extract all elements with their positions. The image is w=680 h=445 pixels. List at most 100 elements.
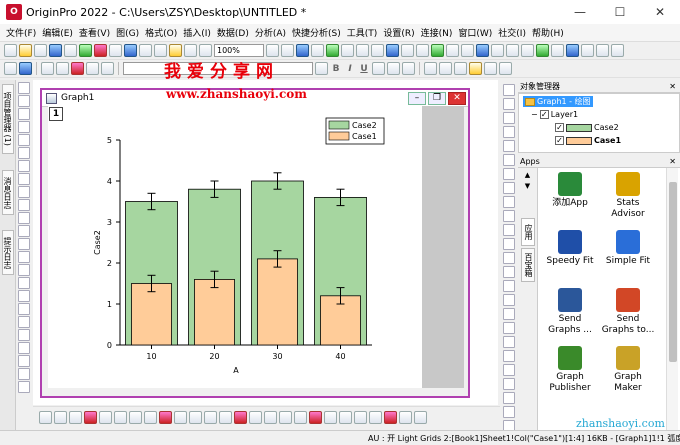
font-icon[interactable] bbox=[4, 62, 17, 75]
plot-type-icon[interactable] bbox=[204, 411, 217, 424]
tool-icon[interactable] bbox=[503, 308, 515, 320]
plot-type-icon[interactable] bbox=[279, 411, 292, 424]
underline-button[interactable]: U bbox=[358, 64, 370, 74]
panel-close-icon[interactable]: ✕ bbox=[669, 82, 676, 91]
tool-icon[interactable] bbox=[503, 266, 515, 278]
toolbar-button-icon[interactable] bbox=[184, 44, 197, 57]
toolbar-button-icon[interactable] bbox=[266, 44, 279, 57]
tool-icon[interactable] bbox=[503, 392, 515, 404]
tool-icon[interactable] bbox=[503, 112, 515, 124]
menu-item-5[interactable]: 插入(I) bbox=[183, 26, 211, 39]
toolbar-button-icon[interactable] bbox=[154, 44, 167, 57]
plot-type-icon[interactable] bbox=[339, 411, 352, 424]
app-tile[interactable]: Send Graphs ... bbox=[540, 288, 600, 336]
toolbar-button-icon[interactable] bbox=[139, 44, 152, 57]
plot-type-icon[interactable] bbox=[264, 411, 277, 424]
tool-icon[interactable] bbox=[18, 173, 30, 185]
toolbar-button-icon[interactable] bbox=[506, 44, 519, 57]
fill-icon[interactable] bbox=[41, 62, 54, 75]
italic-button[interactable]: I bbox=[344, 64, 356, 74]
toolbar-button-icon[interactable] bbox=[581, 44, 594, 57]
graph-close-button[interactable]: ✕ bbox=[448, 91, 466, 105]
toolbar-button-icon[interactable] bbox=[19, 44, 32, 57]
plot-type-icon[interactable] bbox=[384, 411, 397, 424]
plot-type-icon[interactable] bbox=[54, 411, 67, 424]
tool-icon[interactable] bbox=[503, 336, 515, 348]
plot-type-icon[interactable] bbox=[369, 411, 382, 424]
toolbar-button-icon[interactable] bbox=[356, 44, 369, 57]
toolbar-button-icon[interactable] bbox=[296, 44, 309, 57]
color-icon[interactable] bbox=[71, 62, 84, 75]
menu-item-10[interactable]: 设置(R) bbox=[383, 26, 414, 39]
plot-type-icon[interactable] bbox=[189, 411, 202, 424]
superscript-icon[interactable] bbox=[372, 62, 385, 75]
close-button[interactable]: ✕ bbox=[640, 0, 680, 24]
message-log-tab[interactable]: 消息日志 bbox=[2, 170, 14, 215]
tool-icon[interactable] bbox=[18, 316, 30, 328]
menu-item-1[interactable]: 编辑(E) bbox=[42, 26, 73, 39]
plot-type-icon[interactable] bbox=[84, 411, 97, 424]
tool-icon[interactable] bbox=[18, 186, 30, 198]
tree-graph-node[interactable]: Graph1 - 绘图 bbox=[523, 96, 593, 107]
toolbar-button-icon[interactable] bbox=[341, 44, 354, 57]
tool-icon[interactable] bbox=[503, 140, 515, 152]
tool-icon[interactable] bbox=[503, 378, 515, 390]
toolbar-button-icon[interactable] bbox=[79, 44, 92, 57]
tool-icon[interactable] bbox=[18, 264, 30, 276]
toolbar-button-icon[interactable] bbox=[169, 44, 182, 57]
scroll-down-icon[interactable]: ▼ bbox=[518, 182, 537, 190]
tool-icon[interactable] bbox=[503, 322, 515, 334]
tool-icon[interactable] bbox=[18, 329, 30, 341]
app-tile[interactable]: 添加App bbox=[540, 172, 600, 209]
plot-type-icon[interactable] bbox=[39, 411, 52, 424]
layer-number-badge[interactable]: 1 bbox=[49, 107, 63, 121]
tree-layer-node[interactable]: − ✓ Layer1 bbox=[531, 110, 578, 119]
app-tile[interactable]: Graph Maker bbox=[598, 346, 658, 394]
tool-icon[interactable] bbox=[18, 342, 30, 354]
apps-scrollbar[interactable] bbox=[666, 168, 678, 430]
menu-item-2[interactable]: 查看(V) bbox=[79, 26, 110, 39]
toolbox-tab[interactable]: 百宝箱 bbox=[521, 248, 535, 282]
layer-checkbox[interactable]: ✓ bbox=[539, 110, 549, 119]
plot-type-icon[interactable] bbox=[309, 411, 322, 424]
tool-icon[interactable] bbox=[503, 210, 515, 222]
graph-restore-button[interactable]: ❐ bbox=[428, 91, 446, 105]
menu-item-11[interactable]: 连接(N) bbox=[421, 26, 453, 39]
tool-icon[interactable] bbox=[18, 368, 30, 380]
tool-icon[interactable] bbox=[503, 98, 515, 110]
align-right-icon[interactable] bbox=[454, 62, 467, 75]
plot-type-icon[interactable] bbox=[114, 411, 127, 424]
tool-icon[interactable] bbox=[18, 134, 30, 146]
line-width-icon[interactable] bbox=[484, 62, 497, 75]
tool-icon[interactable] bbox=[18, 160, 30, 172]
tool-icon[interactable] bbox=[503, 154, 515, 166]
menu-item-7[interactable]: 分析(A) bbox=[255, 26, 286, 39]
tool-icon[interactable] bbox=[18, 303, 30, 315]
toolbar-button-icon[interactable] bbox=[109, 44, 122, 57]
toolbar-button-icon[interactable] bbox=[326, 44, 339, 57]
menu-item-3[interactable]: 图(G) bbox=[116, 26, 139, 39]
tool-icon[interactable] bbox=[503, 126, 515, 138]
line-style-icon[interactable] bbox=[499, 62, 512, 75]
menu-item-12[interactable]: 窗口(W) bbox=[458, 26, 492, 39]
tool-icon[interactable] bbox=[18, 238, 30, 250]
tool-icon[interactable] bbox=[503, 364, 515, 376]
font-size-icon[interactable] bbox=[315, 62, 328, 75]
pattern-icon[interactable] bbox=[86, 62, 99, 75]
tool-icon[interactable] bbox=[503, 168, 515, 180]
tool-icon[interactable] bbox=[18, 212, 30, 224]
scroll-up-icon[interactable]: ▲ bbox=[518, 171, 537, 179]
menu-item-14[interactable]: 帮助(H) bbox=[532, 26, 564, 39]
tool-icon[interactable] bbox=[503, 238, 515, 250]
tool-icon[interactable] bbox=[18, 121, 30, 133]
plot-type-icon[interactable] bbox=[99, 411, 112, 424]
toolbar-button-icon[interactable] bbox=[371, 44, 384, 57]
align-left-icon[interactable] bbox=[424, 62, 437, 75]
align-center-icon[interactable] bbox=[439, 62, 452, 75]
tool-icon[interactable] bbox=[18, 108, 30, 120]
scroll-thumb[interactable] bbox=[669, 182, 677, 362]
subscript-icon[interactable] bbox=[387, 62, 400, 75]
toolbar-button-icon[interactable] bbox=[566, 44, 579, 57]
plot-type-icon[interactable] bbox=[144, 411, 157, 424]
panel-close-icon[interactable]: ✕ bbox=[669, 157, 676, 166]
